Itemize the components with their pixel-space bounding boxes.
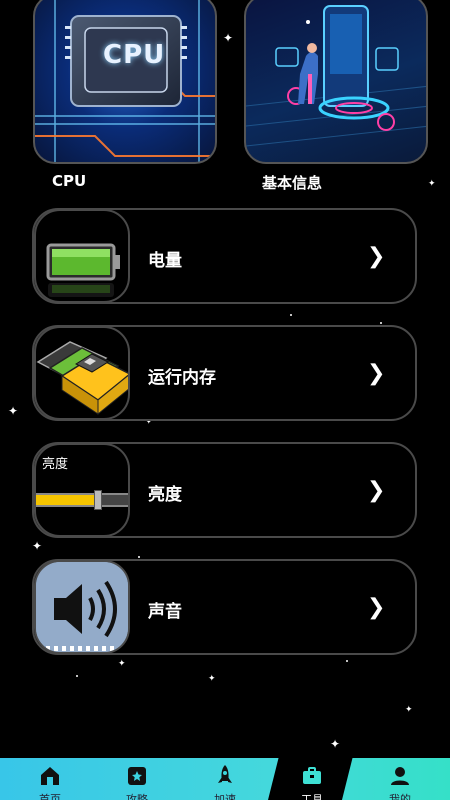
memory-row-icon-frame [34, 326, 130, 420]
nav-item-home[interactable]: 首页 [5, 758, 95, 800]
brightness-row-label: 亮度 [148, 485, 182, 505]
brightness-slider-track [36, 490, 128, 510]
brightness-icon-caption: 亮度 [42, 457, 69, 472]
star-book-icon [128, 767, 146, 785]
toolbox-icon [303, 767, 321, 784]
star-decoration: ✦ [405, 705, 413, 715]
speaker-icon [36, 562, 128, 652]
star-dot [76, 675, 78, 677]
battery-row-label: 电量 [148, 251, 182, 271]
phone-hologram-illustration [246, 5, 426, 147]
sound-row-label: 声音 [148, 602, 182, 622]
star-decoration: ✦ [223, 31, 234, 45]
nav-label-home: 首页 [39, 793, 61, 800]
floppy-disk-icon [36, 341, 128, 416]
basic-info-card-label: 基本信息 [262, 174, 323, 192]
nav-item-boost[interactable]: 加速 [180, 758, 270, 800]
nav-item-guide[interactable]: 攻略 [92, 758, 182, 800]
home-icon [41, 767, 59, 785]
nav-item-mine[interactable]: 我的 [355, 758, 445, 800]
battery-row[interactable]: 电量 ❯ [32, 208, 417, 304]
star-decoration: ✦ [208, 674, 216, 684]
brightness-slider-knob [94, 490, 103, 510]
star-dot [380, 322, 382, 324]
nav-label-guide: 攻略 [126, 793, 148, 800]
rocket-icon [218, 765, 232, 783]
brightness-slider-fill [36, 495, 99, 505]
chevron-right-icon: ❯ [367, 478, 386, 503]
brightness-row-icon-frame: 亮度 [34, 443, 130, 537]
cpu-card-chip-text: CPU [103, 40, 166, 70]
memory-row-label: 运行内存 [148, 368, 216, 388]
cpu-card-label: CPU [52, 172, 87, 190]
star-dot [346, 660, 348, 662]
cpu-card[interactable]: CPU [33, 0, 217, 164]
basic-info-card[interactable] [244, 0, 428, 164]
star-decoration: ✦ [428, 179, 436, 189]
sound-row-icon-frame [34, 560, 130, 654]
nav-item-tools[interactable]: 工具 [267, 758, 357, 800]
nav-label-mine: 我的 [389, 793, 411, 800]
nav-label-tools: 工具 [301, 793, 323, 800]
chevron-right-icon: ❯ [367, 361, 386, 386]
battery-icon [46, 243, 120, 297]
battery-row-icon-frame [34, 209, 130, 303]
chevron-right-icon: ❯ [367, 595, 386, 620]
star-decoration: ✦ [330, 737, 341, 751]
star-dot [290, 314, 292, 316]
brightness-row[interactable]: 亮度 亮度 ❯ [32, 442, 417, 538]
chevron-right-icon: ❯ [367, 244, 386, 269]
star-decoration: ✦ [32, 539, 43, 553]
star-decoration: ✦ [8, 404, 19, 418]
star-decoration: ✦ [118, 659, 126, 669]
memory-row[interactable]: 运行内存 ❯ [32, 325, 417, 421]
star-dot [138, 556, 140, 558]
nav-label-boost: 加速 [214, 793, 236, 800]
sound-row[interactable]: 声音 ❯ [32, 559, 417, 655]
user-icon [391, 767, 409, 785]
cpu-chip-illustration [35, 0, 215, 162]
